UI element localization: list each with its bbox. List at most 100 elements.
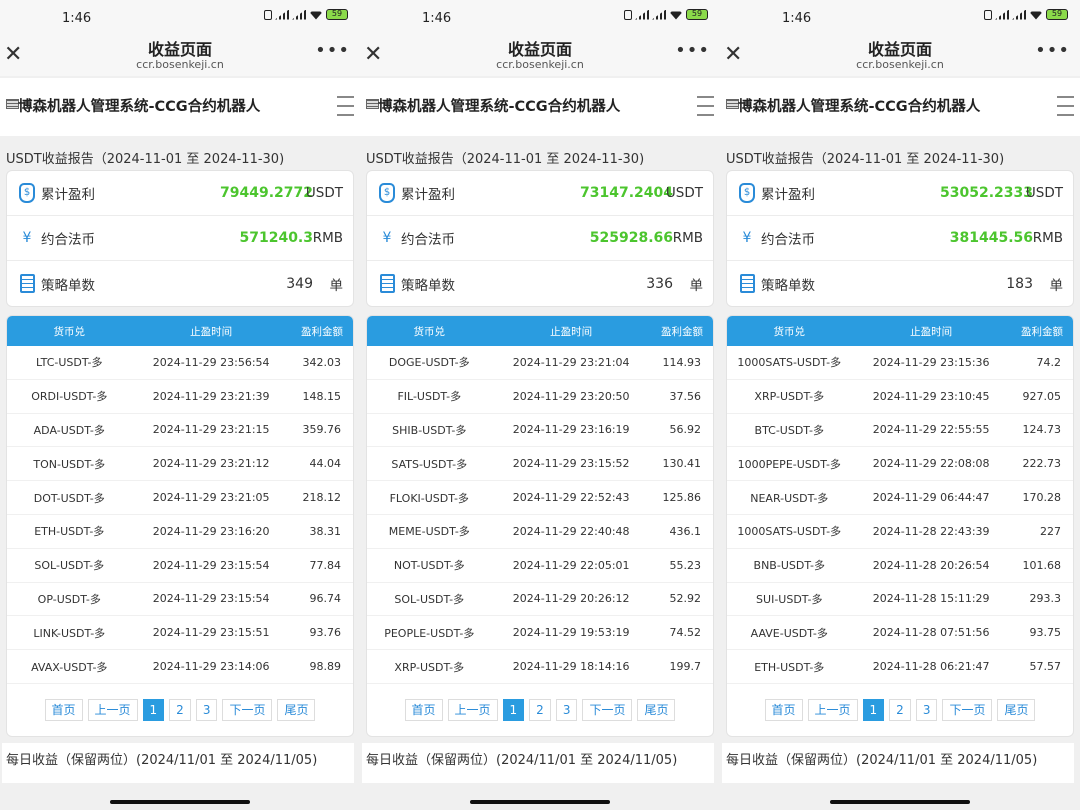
more-options-icon[interactable]: •••	[675, 40, 710, 61]
cell-coin: 1000PEPE-USDT-多	[737, 457, 841, 471]
cell-amount: 342.03	[302, 355, 341, 369]
prev-page-button[interactable]: 上一页	[87, 698, 138, 721]
signal-icon	[995, 9, 1009, 20]
profit-table: 货币兑 止盈时间 盈利金额 DOGE-USDT-多 2024-11-29 23:2…	[366, 315, 714, 737]
cell-amount: 96.74	[309, 592, 341, 606]
hamburger-menu-icon[interactable]	[692, 96, 714, 116]
cell-coin: SOL-USDT-多	[394, 592, 465, 606]
page-2-button[interactable]: 2	[889, 698, 911, 721]
first-page-button[interactable]: 首页	[764, 698, 803, 721]
page-1-button[interactable]: 1	[502, 698, 525, 721]
cell-amount: 38.31	[309, 524, 341, 538]
next-page-button[interactable]: 下一页	[582, 698, 633, 721]
cell-amount: 130.41	[662, 457, 701, 471]
page-2-button[interactable]: 2	[169, 698, 191, 721]
cell-time: 2024-11-29 22:40:48	[512, 524, 630, 538]
prev-page-button[interactable]: 上一页	[447, 698, 498, 721]
column-header-time: 止盈时间	[190, 325, 233, 338]
next-page-button[interactable]: 下一页	[222, 698, 273, 721]
cell-amount: 77.84	[309, 558, 341, 572]
hamburger-menu-icon[interactable]	[332, 96, 354, 116]
signal-icon	[652, 9, 666, 20]
last-page-button[interactable]: 尾页	[997, 698, 1036, 721]
cell-coin: 1000SATS-USDT-多	[737, 525, 842, 539]
more-options-icon[interactable]: •••	[315, 40, 350, 61]
cell-amount: 199.7	[669, 660, 701, 674]
page-3-button[interactable]: 3	[555, 698, 578, 721]
orders-label: 策略单数	[761, 277, 815, 294]
summary-orders-row: 策略单数 183 单	[727, 261, 1073, 306]
summary-profit-row: $ 累计盈利 53052.2333 USDT	[727, 171, 1073, 216]
cell-time: 2024-11-29 06:44:47	[872, 491, 990, 505]
prev-page-button[interactable]: 上一页	[807, 698, 858, 721]
page-2-button[interactable]: 2	[529, 698, 551, 721]
cell-coin: 1000SATS-USDT-多	[737, 356, 842, 370]
fiat-unit: RMB	[1032, 230, 1063, 246]
status-icons: 59	[984, 9, 1068, 20]
cell-coin: AAVE-USDT-多	[750, 626, 828, 640]
app-name: 博森机器人管理系统-CCG合约机器人	[18, 99, 261, 115]
profit-table: 货币兑 止盈时间 盈利金额 1000SATS-USDT-多 2024-11-29 …	[726, 315, 1074, 737]
table-row: AAVE-USDT-多 2024-11-28 07:51:56 93.75	[727, 616, 1073, 651]
cell-coin: BNB-USDT-多	[753, 559, 826, 573]
summary-profit-row: $ 累计盈利 79449.2772 USDT	[7, 171, 353, 216]
cell-coin: ADA-USDT-多	[33, 423, 105, 437]
first-page-button[interactable]: 首页	[44, 698, 83, 721]
table-row: SHIB-USDT-多 2024-11-29 23:16:19 56.92	[367, 414, 713, 448]
home-indicator[interactable]	[110, 800, 250, 804]
cell-amount: 52.92	[669, 592, 701, 606]
table-body: LTC-USDT-多 2024-11-29 23:56:54 342.03 ORDI-…	[7, 346, 353, 684]
cell-coin: SATS-USDT-多	[391, 457, 468, 471]
table-row: LINK-USDT-多 2024-11-29 23:15:51 93.76	[7, 616, 353, 651]
cell-time: 2024-11-28 07:51:56	[872, 626, 990, 640]
cell-time: 2024-11-29 23:15:52	[512, 457, 630, 471]
cell-amount: 74.52	[669, 626, 701, 640]
home-indicator[interactable]	[830, 800, 970, 804]
column-header-coin: 货币兑	[53, 325, 86, 338]
hamburger-menu-icon[interactable]	[1052, 96, 1074, 116]
column-header-amount: 盈利金额	[660, 325, 703, 338]
last-page-button[interactable]: 尾页	[637, 698, 676, 721]
orders-unit: 单	[1049, 277, 1064, 294]
pagination: 首页 上一页 1 2 3 下一页 尾页	[367, 684, 713, 736]
orders-unit: 单	[689, 277, 704, 294]
table-row: ADA-USDT-多 2024-11-29 23:21:15 359.76	[7, 414, 353, 448]
table-header: 货币兑 止盈时间 盈利金额	[7, 316, 353, 346]
cell-amount: 218.12	[302, 491, 341, 505]
page-1-button[interactable]: 1	[862, 698, 885, 721]
page-1-button[interactable]: 1	[142, 698, 165, 721]
cell-time: 2024-11-29 23:21:39	[152, 389, 270, 403]
cell-amount: 93.75	[1029, 626, 1061, 640]
profit-label: 累计盈利	[401, 187, 455, 203]
table-body: DOGE-USDT-多 2024-11-29 23:21:04 114.93 FIL-…	[367, 346, 713, 684]
page-url: ccr.bosenkeji.cn	[136, 58, 224, 71]
cell-time: 2024-11-29 23:10:45	[872, 389, 990, 403]
cell-amount: 114.93	[662, 355, 701, 369]
page-3-button[interactable]: 3	[915, 698, 938, 721]
cell-coin: XRP-USDT-多	[754, 390, 825, 404]
more-options-icon[interactable]: •••	[1035, 40, 1070, 61]
page-3-button[interactable]: 3	[195, 698, 218, 721]
table-row: ETH-USDT-多 2024-11-29 23:16:20 38.31	[7, 515, 353, 549]
last-page-button[interactable]: 尾页	[277, 698, 316, 721]
pagination: 首页 上一页 1 2 3 下一页 尾页	[727, 684, 1073, 736]
browser-title-bar: ✕ 收益页面 ccr.bosenkeji.cn •••	[720, 34, 1080, 76]
next-page-button[interactable]: 下一页	[942, 698, 993, 721]
battery-icon: 59	[326, 9, 348, 20]
profit-value: 73147.2404	[580, 185, 673, 201]
fiat-value: 525928.66	[589, 230, 673, 246]
table-row: SOL-USDT-多 2024-11-29 20:26:12 52.92	[367, 583, 713, 617]
wifi-icon	[1029, 11, 1043, 20]
app-name: 博森机器人管理系统-CCG合约机器人	[378, 99, 621, 115]
battery-icon: 59	[686, 9, 708, 20]
table-row: ORDI-USDT-多 2024-11-29 23:21:39 148.15	[7, 380, 353, 414]
money-bag-icon: $	[739, 183, 755, 203]
status-icons: 59	[264, 9, 348, 20]
home-indicator[interactable]	[470, 800, 610, 804]
cell-amount: 56.92	[669, 423, 701, 437]
daily-profit-title: 每日收益（保留两位）(2024/11/01 至 2024/11/05)	[2, 742, 354, 783]
first-page-button[interactable]: 首页	[404, 698, 443, 721]
cell-coin: ORDI-USDT-多	[31, 390, 108, 404]
summary-orders-row: 策略单数 349 单	[7, 261, 353, 306]
phone-screen: 1:46 59 ✕ 收益页面 ccr.bosenkeji.cn ••• 博森机器…	[0, 0, 360, 810]
